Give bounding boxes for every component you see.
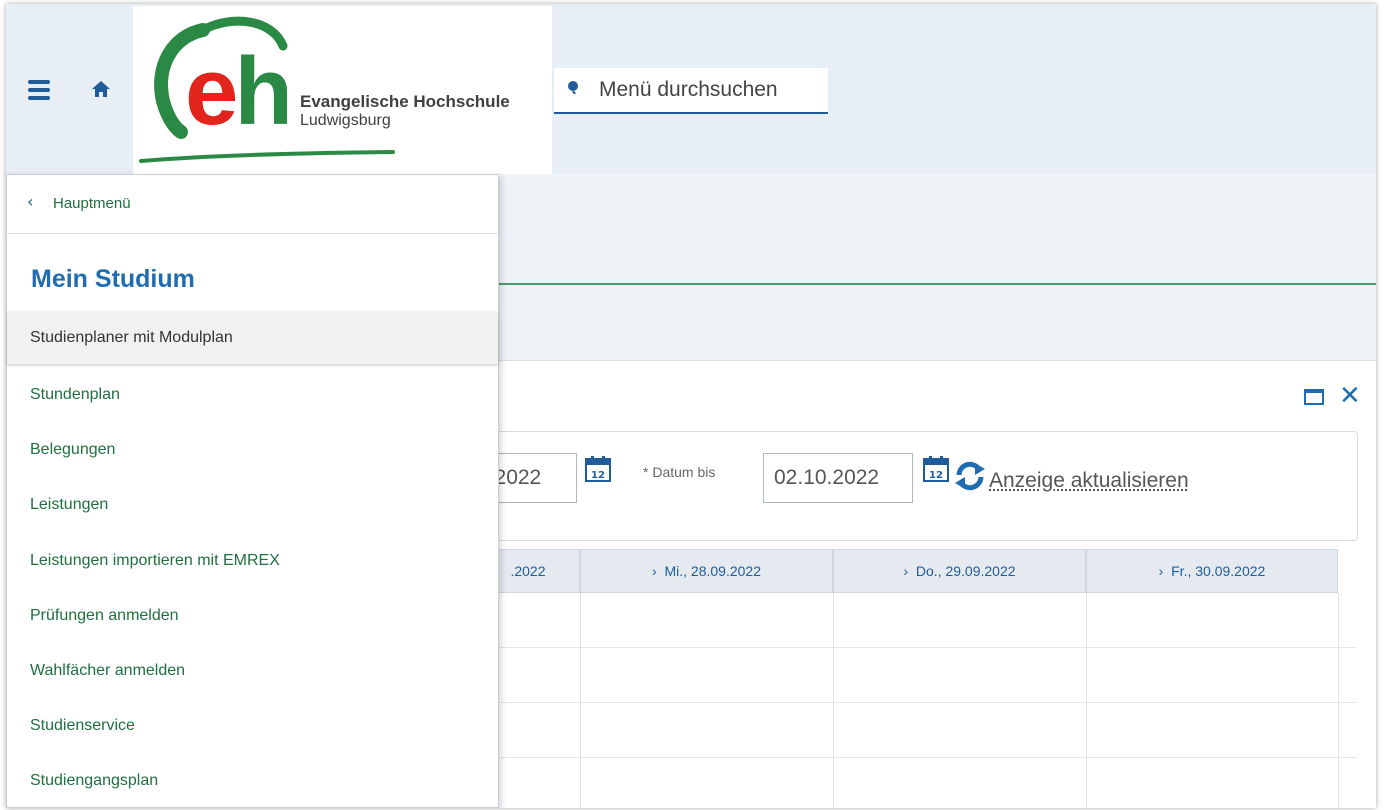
chevron-right-icon: › (652, 563, 657, 579)
menu-item-studienservice[interactable]: Studienservice (7, 700, 498, 752)
svg-text:12: 12 (929, 470, 943, 481)
schedule-panel: ✕ 9.2022 12 * Datum bis 02.10.2022 12 An… (467, 360, 1376, 808)
column-header-label: Mi., 28.09.2022 (664, 563, 761, 579)
row-divider (476, 757, 1356, 758)
section-divider (496, 283, 1376, 285)
schedule-table: .2022 › Mi., 28.09.2022 › Do., 29.09.202… (476, 549, 1356, 808)
logo-text: Evangelische Hochschule Ludwigsburg (300, 92, 510, 130)
date-to-label: * Datum bis (643, 464, 716, 480)
search-placeholder: Menü durchsuchen (599, 78, 778, 101)
row-divider (476, 702, 1356, 703)
calendar-to-icon[interactable]: 12 (921, 454, 951, 484)
refresh-view-link[interactable]: Anzeige aktualisieren (989, 469, 1189, 493)
chevron-right-icon: › (903, 563, 909, 579)
column-divider (1338, 593, 1339, 808)
back-label: Hauptmenü (53, 195, 131, 212)
logo-line2: Ludwigsburg (300, 112, 391, 129)
calendar-from-icon[interactable]: 12 (583, 454, 613, 484)
logo-line1: Evangelische Hochschule (300, 92, 510, 111)
menu-item-stundenplan[interactable]: Stundenplan (7, 369, 498, 421)
column-header-fri[interactable]: › Fr., 30.09.2022 (1086, 549, 1338, 593)
menu-item-studiengangsplan[interactable]: Studiengangsplan (7, 755, 498, 807)
close-icon[interactable]: ✕ (1339, 383, 1361, 409)
search-icon (568, 81, 578, 94)
menu-item-emrex[interactable]: Leistungen importieren mit EMREX (7, 535, 498, 587)
refresh-icon[interactable] (953, 459, 987, 493)
menu-item-belegungen[interactable]: Belegungen (7, 424, 498, 476)
date-to-value: 02.10.2022 (774, 466, 880, 489)
menu-item-pruefungen[interactable]: Prüfungen anmelden (7, 590, 498, 642)
column-header-label: .2022 (510, 563, 546, 579)
main-menu-dropdown: ‹ Hauptmenü Mein Studium Studienplaner m… (6, 174, 499, 808)
header: eh Evangelische Hochschule Ludwigsburg M… (6, 4, 1376, 174)
column-header-thu[interactable]: › Do., 29.09.2022 (833, 549, 1086, 593)
logo-mark-letters: eh (185, 44, 293, 140)
column-header-wed[interactable]: › Mi., 28.09.2022 (580, 549, 833, 593)
svg-text:12: 12 (591, 470, 605, 481)
hamburger-icon[interactable] (28, 80, 50, 100)
column-divider (1086, 593, 1087, 808)
menu-search-input[interactable]: Menü durchsuchen (554, 68, 828, 114)
column-divider (580, 593, 581, 808)
date-to-field[interactable]: 02.10.2022 (763, 453, 913, 503)
date-filter: 9.2022 12 * Datum bis 02.10.2022 12 Anze… (467, 431, 1358, 541)
menu-title: Mein Studium (31, 265, 195, 293)
column-divider (833, 593, 834, 808)
menu-item-wahlfaecher[interactable]: Wahlfächer anmelden (7, 645, 498, 697)
home-icon[interactable] (90, 78, 112, 100)
column-header-label: Fr., 30.09.2022 (1171, 563, 1266, 579)
maximize-icon[interactable] (1304, 389, 1324, 405)
logo-letter-e: e (185, 38, 238, 145)
logo-letter-h: h (234, 38, 293, 145)
menu-item-studienplaner[interactable]: Studienplaner mit Modulplan (7, 312, 498, 364)
row-divider (476, 647, 1356, 648)
chevron-right-icon: › (1158, 563, 1164, 579)
university-logo[interactable]: eh Evangelische Hochschule Ludwigsburg (133, 6, 552, 174)
column-header-label: Do., 29.09.2022 (915, 563, 1016, 579)
app-window: eh Evangelische Hochschule Ludwigsburg M… (6, 4, 1376, 808)
chevron-left-icon: ‹ (27, 192, 34, 211)
menu-item-leistungen[interactable]: Leistungen (7, 479, 498, 531)
back-to-main-menu[interactable]: ‹ Hauptmenü (7, 175, 498, 234)
